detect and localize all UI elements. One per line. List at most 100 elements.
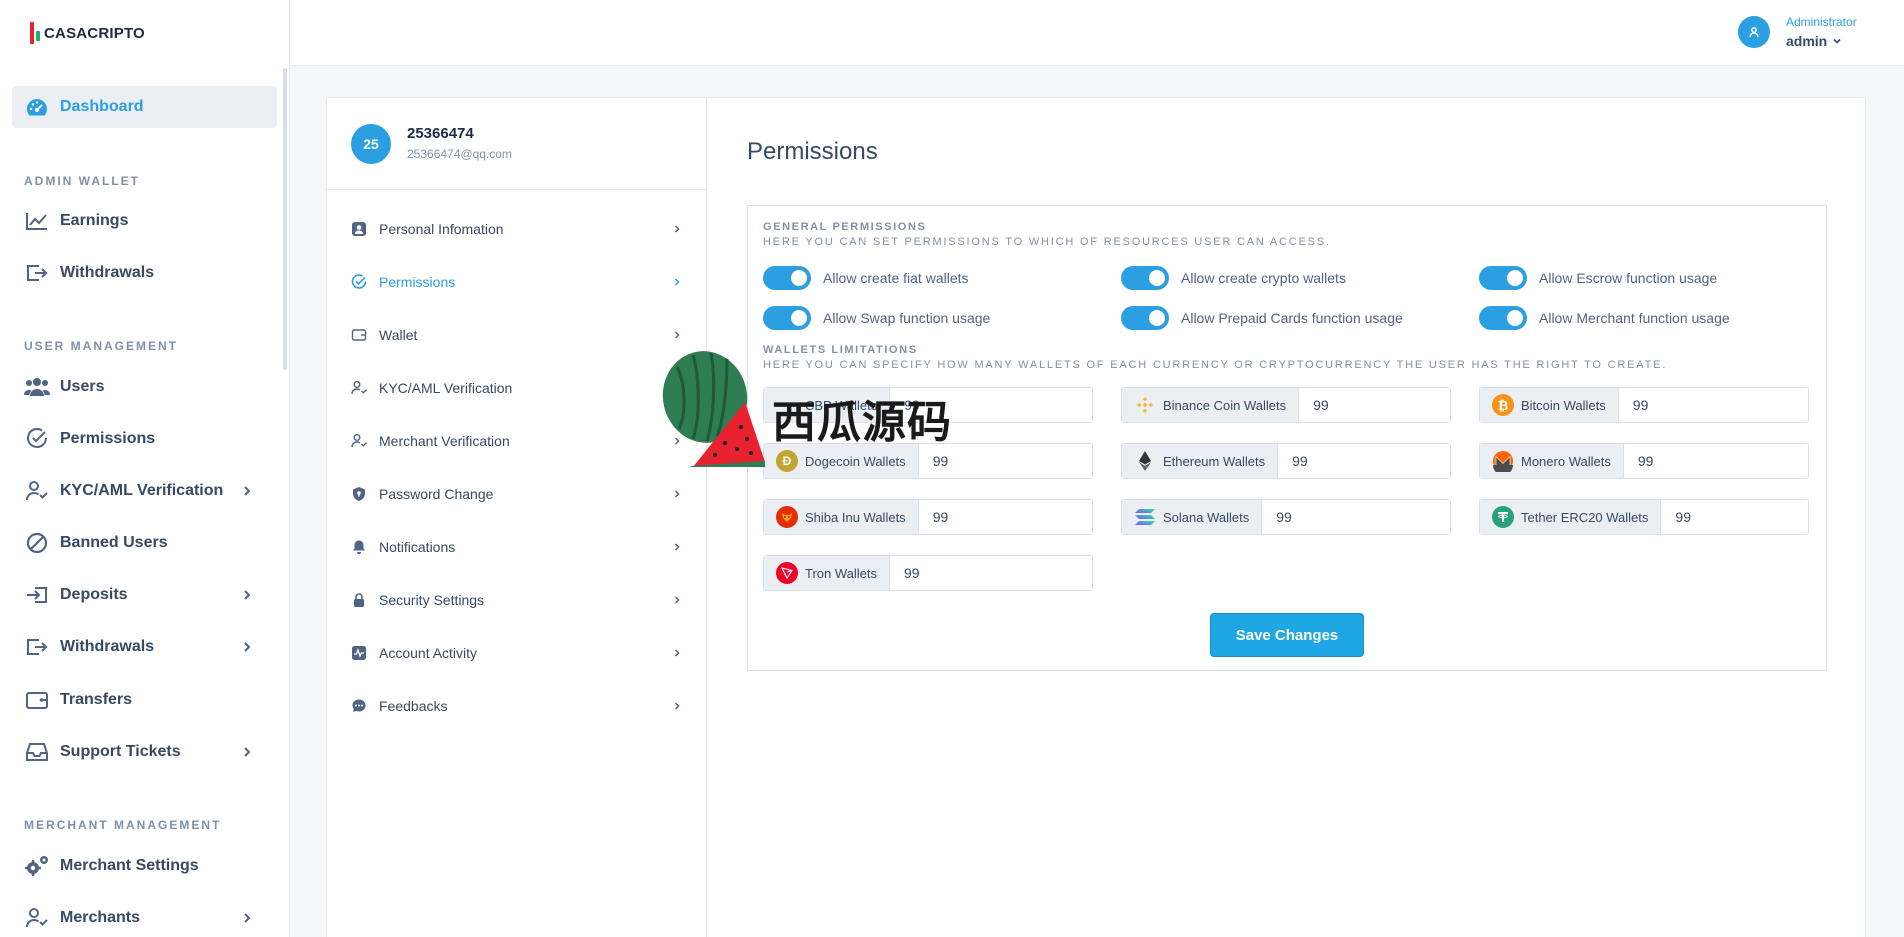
page-title: Permissions bbox=[747, 138, 878, 165]
wallet-limit-shiba-inu: Shiba Inu Wallets bbox=[763, 499, 1093, 535]
sidebar-item-withdrawals[interactable]: Withdrawals bbox=[12, 626, 277, 668]
toggle-row[interactable]: Allow create fiat wallets bbox=[763, 266, 969, 290]
sidebar-item-label: KYC/AML Verification bbox=[60, 482, 224, 499]
toggle-switch[interactable] bbox=[763, 306, 811, 330]
sidebar-item-dashboard[interactable]: Dashboard bbox=[12, 86, 277, 128]
toggle-label: Allow Merchant function usage bbox=[1539, 310, 1730, 326]
save-changes-button[interactable]: Save Changes bbox=[1210, 613, 1364, 657]
brand-logo[interactable]: CASACRIPTO bbox=[30, 22, 145, 44]
check-circle-icon bbox=[24, 426, 50, 452]
menu-item-label: Account Activity bbox=[379, 645, 478, 661]
sidebar-item-users[interactable]: Users bbox=[12, 366, 277, 408]
menu-item-label: Password Change bbox=[379, 486, 494, 502]
logo-icon bbox=[30, 22, 40, 44]
profile-email: 25366474@qq.com bbox=[407, 147, 512, 161]
menu-item-label: Personal Infomation bbox=[379, 221, 504, 237]
menu-item-feedbacks[interactable]: Feedbacks bbox=[327, 686, 707, 726]
wallet-limit-input[interactable] bbox=[918, 500, 1092, 534]
watermark-text: 西瓜源码 bbox=[772, 397, 952, 448]
sidebar-item-label: Users bbox=[60, 378, 105, 395]
toggle-switch[interactable] bbox=[1479, 266, 1527, 290]
topbar bbox=[290, 0, 1904, 66]
sidebar-item-kyc[interactable]: KYC/AML Verification bbox=[12, 470, 277, 512]
ban-icon bbox=[24, 530, 50, 556]
toggle-row[interactable]: Allow Prepaid Cards function usage bbox=[1121, 306, 1403, 330]
menu-item-kyc[interactable]: KYC/AML Verification bbox=[327, 368, 707, 408]
sidebar-item-label: Merchants bbox=[60, 909, 141, 926]
sidebar-item-earnings[interactable]: Earnings bbox=[12, 200, 277, 242]
user-profile: 25 25366474 25366474@qq.com bbox=[327, 98, 706, 190]
toggle-label: Allow create fiat wallets bbox=[823, 270, 969, 286]
menu-item-personal[interactable]: Personal Infomation bbox=[327, 209, 707, 249]
menu-item-account-activity[interactable]: Account Activity bbox=[327, 633, 707, 673]
wallet-limit-label: Ethereum Wallets bbox=[1122, 444, 1279, 478]
menu-item-password-change[interactable]: Password Change bbox=[327, 474, 707, 514]
tether-icon bbox=[1492, 506, 1514, 528]
sidebar-item-deposits[interactable]: Deposits bbox=[12, 574, 277, 616]
profile-name: 25366474 bbox=[407, 125, 474, 142]
toggle-switch[interactable] bbox=[1121, 266, 1169, 290]
menu-item-wallet[interactable]: Wallet bbox=[327, 315, 707, 355]
id-card-icon bbox=[351, 221, 367, 237]
wallet-limit-input[interactable] bbox=[1623, 444, 1808, 478]
chevron-right-icon bbox=[244, 913, 251, 923]
sidebar-item-label: Earnings bbox=[60, 212, 129, 229]
sidebar-item-merchant-settings[interactable]: Merchant Settings bbox=[12, 845, 277, 887]
toggle-row[interactable]: Allow Merchant function usage bbox=[1479, 306, 1730, 330]
sidebar-item-merchants[interactable]: Merchants bbox=[12, 897, 277, 937]
sidebar-item-transfers[interactable]: Transfers bbox=[12, 679, 277, 721]
toggle-switch[interactable] bbox=[1121, 306, 1169, 330]
section-merchant-management: MERCHANT MANAGEMENT bbox=[24, 818, 222, 832]
binance-coin-icon bbox=[1134, 394, 1156, 416]
wallet-limit-label: ₿ Bitcoin Wallets bbox=[1480, 388, 1619, 422]
sidebar-item-label: Dashboard bbox=[60, 98, 144, 115]
chevron-right-icon bbox=[244, 747, 251, 757]
menu-item-merchant-verification[interactable]: Merchant Verification bbox=[327, 421, 707, 461]
toggle-label: Allow Swap function usage bbox=[823, 310, 991, 326]
menu-item-label: Merchant Verification bbox=[379, 433, 510, 449]
user-name: admin bbox=[1786, 33, 1828, 49]
user-check-icon bbox=[24, 478, 50, 504]
menu-item-security-settings[interactable]: Security Settings bbox=[327, 580, 707, 620]
wallet-limit-input[interactable] bbox=[1262, 500, 1450, 534]
toggle-row[interactable]: Allow Swap function usage bbox=[763, 306, 990, 330]
wallet-label-text: Tron Wallets bbox=[805, 565, 877, 581]
wallet-limit-input[interactable] bbox=[1299, 388, 1450, 422]
user-avatar[interactable] bbox=[1738, 16, 1770, 48]
wallet-label-text: Bitcoin Wallets bbox=[1521, 397, 1606, 413]
permissions-content: Permissions GENERAL PERMISSIONS HERE YOU… bbox=[707, 98, 1867, 937]
wallet-limit-label: Tether ERC20 Wallets bbox=[1480, 500, 1662, 534]
profile-avatar: 25 bbox=[351, 124, 391, 164]
toggle-switch[interactable] bbox=[763, 266, 811, 290]
toggle-row[interactable]: Allow Escrow function usage bbox=[1479, 266, 1717, 290]
chat-icon bbox=[351, 698, 367, 714]
watermelon-icon bbox=[662, 351, 766, 467]
wallet-limit-input[interactable] bbox=[1278, 444, 1450, 478]
check-circle-icon bbox=[351, 274, 367, 290]
users-icon bbox=[24, 374, 50, 400]
speedometer-icon bbox=[24, 94, 50, 120]
sidebar-item-withdrawals-admin[interactable]: Withdrawals bbox=[12, 252, 277, 294]
sidebar-item-support-tickets[interactable]: Support Tickets bbox=[12, 731, 277, 773]
menu-item-notifications[interactable]: Notifications bbox=[327, 527, 707, 567]
wallet-limit-binance-coin: Binance Coin Wallets bbox=[1121, 387, 1451, 423]
general-permissions-title: GENERAL PERMISSIONS bbox=[763, 221, 927, 233]
wallet-limit-input[interactable] bbox=[890, 556, 1092, 590]
sidebar-item-permissions[interactable]: Permissions bbox=[12, 418, 277, 460]
sidebar-item-banned-users[interactable]: Banned Users bbox=[12, 522, 277, 564]
toggle-row[interactable]: Allow create crypto wallets bbox=[1121, 266, 1346, 290]
deposit-icon bbox=[24, 582, 50, 608]
menu-item-permissions[interactable]: Permissions bbox=[327, 262, 707, 302]
withdraw-icon bbox=[24, 634, 50, 660]
wallet-limit-input[interactable] bbox=[1618, 388, 1808, 422]
user-check-icon bbox=[351, 433, 367, 449]
toggle-label: Allow Prepaid Cards function usage bbox=[1181, 310, 1403, 326]
user-menu-toggle[interactable]: admin bbox=[1786, 33, 1842, 49]
user-icon bbox=[1749, 27, 1759, 38]
menu-item-label: Security Settings bbox=[379, 592, 485, 608]
toggle-switch[interactable] bbox=[1479, 306, 1527, 330]
wallet-limit-input[interactable] bbox=[1661, 500, 1808, 534]
menu-item-label: Wallet bbox=[379, 327, 418, 343]
sidebar-scrollbar[interactable] bbox=[283, 68, 287, 370]
line-chart-icon bbox=[24, 208, 50, 234]
